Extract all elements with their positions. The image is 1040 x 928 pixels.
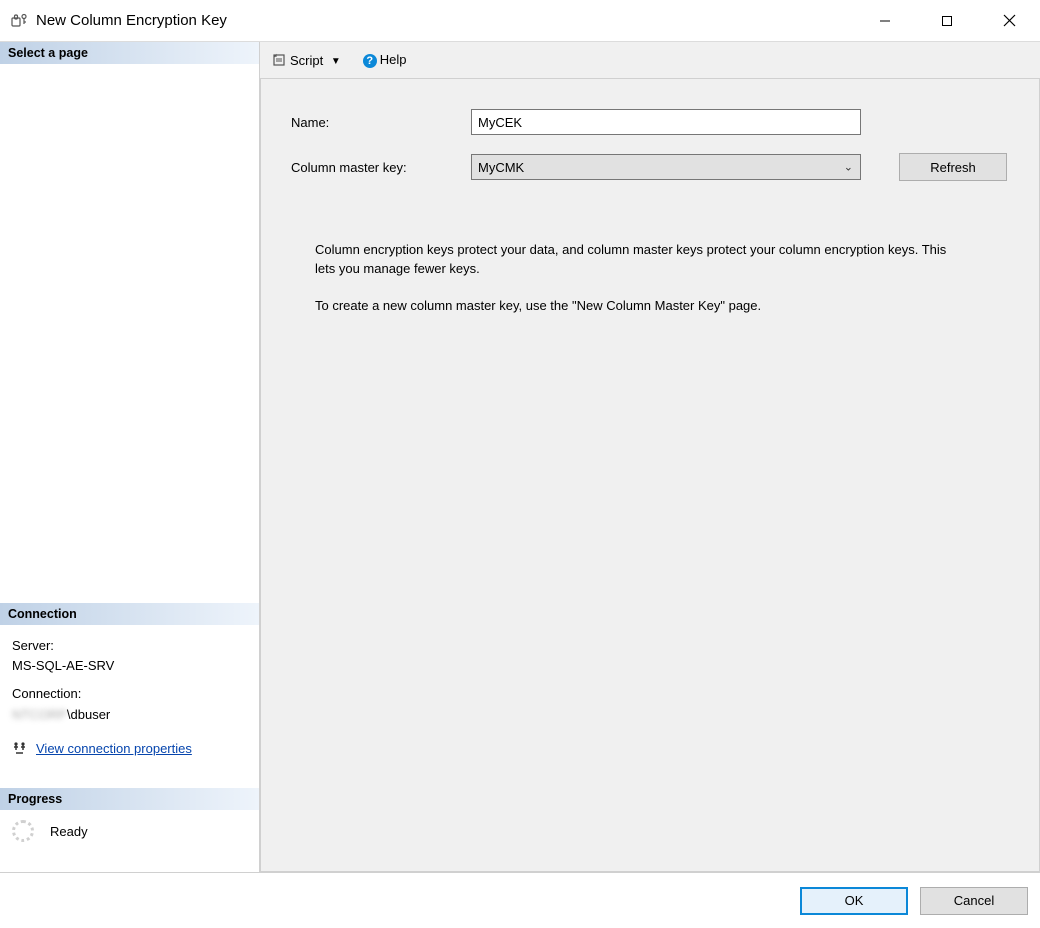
tool-strip: Script ▼ ?Help [260,42,1040,78]
minimize-button[interactable] [854,0,916,42]
script-label: Script [290,53,323,68]
progress-spinner-icon [12,820,34,842]
connection-header: Connection [0,603,259,625]
cancel-button[interactable]: Cancel [920,887,1028,915]
master-key-label: Column master key: [291,160,471,175]
titlebar: New Column Encryption Key [0,0,1040,42]
right-pane: Script ▼ ?Help Name: Column master key: … [260,42,1040,872]
connection-properties-icon [12,741,28,757]
progress-header: Progress [0,788,259,810]
close-button[interactable] [978,0,1040,42]
name-row: Name: [291,109,1009,135]
window-title: New Column Encryption Key [36,12,227,29]
left-pane: Select a page Connection Server: MS-SQL-… [0,42,260,872]
master-key-row: Column master key: MyCMK ⌄ Refresh [291,153,1009,181]
connection-user-domain: NTCORP [12,707,67,722]
key-app-icon [10,11,30,31]
help-icon: ? [363,54,377,68]
connection-user-name: \dbuser [67,707,110,722]
view-connection-properties-link[interactable]: View connection properties [36,740,192,758]
help-button[interactable]: ?Help [363,52,407,68]
info-text: Column encryption keys protect your data… [315,241,955,316]
form-area: Name: Column master key: MyCMK ⌄ Refresh… [260,78,1040,872]
select-page-section: Select a page [0,42,259,603]
info-paragraph-2: To create a new column master key, use t… [315,297,955,316]
refresh-button[interactable]: Refresh [899,153,1007,181]
name-label: Name: [291,115,471,130]
server-label: Server: [12,637,247,655]
progress-status: Ready [50,824,88,839]
name-input[interactable] [471,109,861,135]
connection-section: Connection Server: MS-SQL-AE-SRV Connect… [0,603,259,788]
select-page-header: Select a page [0,42,259,64]
connection-value: NTCORP\dbuser [12,706,247,724]
script-dropdown[interactable]: Script ▼ [290,53,345,68]
footer: OK Cancel [0,872,1040,928]
server-value: MS-SQL-AE-SRV [12,657,247,675]
chevron-down-icon: ▼ [331,56,341,67]
progress-section: Progress Ready [0,788,259,872]
script-icon [272,53,286,67]
connection-label: Connection: [12,685,247,703]
master-key-select[interactable]: MyCMK ⌄ [471,154,861,180]
help-label: Help [380,52,407,67]
master-key-selected-value: MyCMK [478,160,524,175]
info-paragraph-1: Column encryption keys protect your data… [315,241,955,279]
maximize-button[interactable] [916,0,978,42]
ok-button[interactable]: OK [800,887,908,915]
